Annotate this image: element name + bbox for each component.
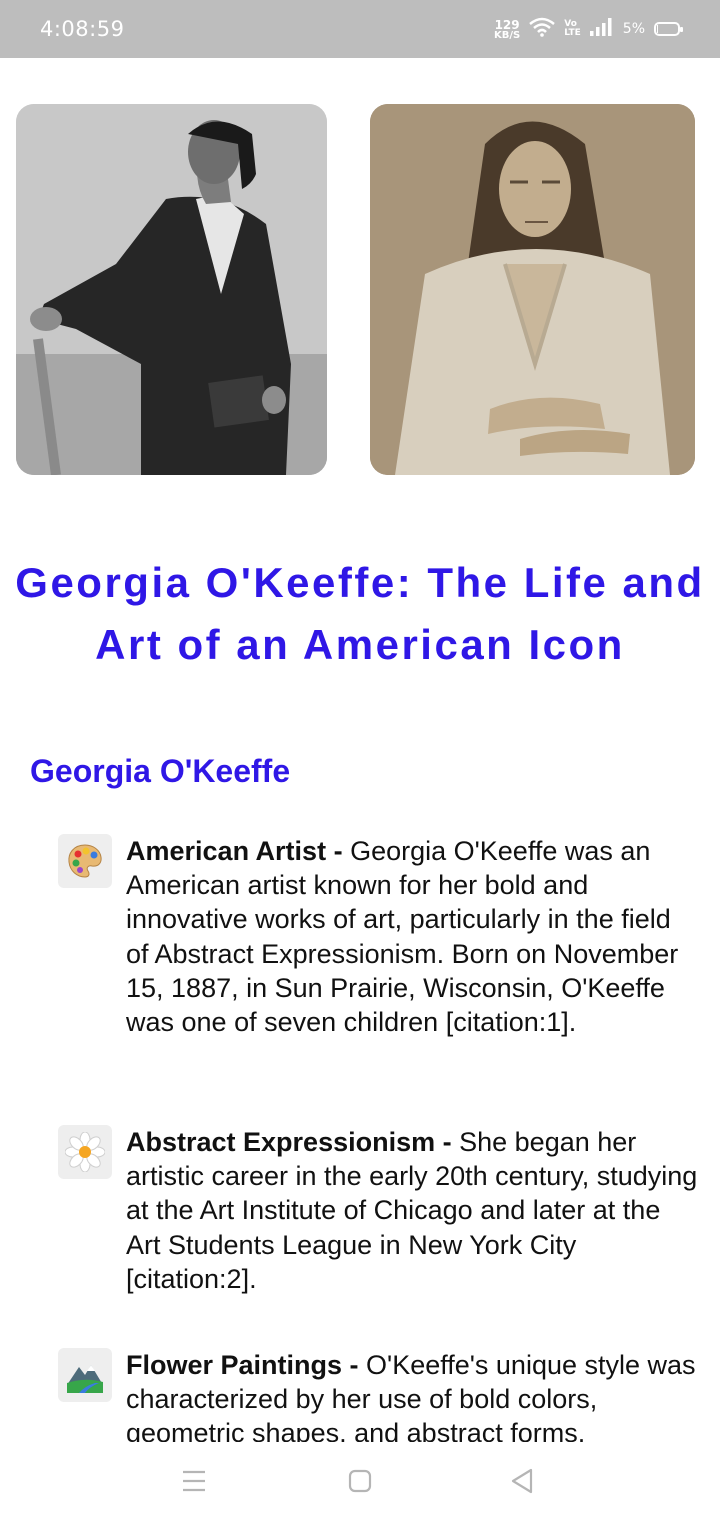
list-item-text: Abstract Expressionism - She began her a…: [126, 1127, 698, 1294]
list-item: Flower Paintings - O'Keeffe's unique sty…: [58, 1348, 698, 1442]
list-item-text: Flower Paintings - O'Keeffe's unique sty…: [126, 1348, 698, 1442]
back-triangle-icon[interactable]: [505, 1464, 539, 1498]
mountain-landscape-icon: [58, 1348, 112, 1402]
network-speed: 129 KB/S: [494, 17, 521, 41]
menu-icon[interactable]: [177, 1464, 211, 1498]
battery-icon: [654, 22, 683, 36]
list-item: Abstract Expressionism - She began her a…: [58, 1125, 698, 1296]
content-list[interactable]: American Artist - Georgia O'Keeffe was a…: [0, 820, 720, 1442]
wifi-icon: [529, 17, 556, 41]
status-time: 4:08:59: [40, 17, 125, 41]
status-icons: 129 KB/S Vo LTE 5%: [494, 17, 683, 41]
home-square-icon[interactable]: [343, 1464, 377, 1498]
section-title: Georgia O'Keeffe: [30, 753, 291, 789]
status-bar: 4:08:59 129 KB/S Vo LTE 5%: [0, 0, 720, 58]
portrait-photo-left[interactable]: [16, 104, 327, 475]
daisy-flower-icon: [58, 1125, 112, 1179]
list-item-body: Georgia O'Keeffe was an American artist …: [126, 836, 679, 1038]
list-item-text: American Artist - Georgia O'Keeffe was a…: [126, 836, 679, 1038]
battery-percent: 5%: [622, 21, 645, 37]
volte-indicator: Vo LTE: [564, 19, 581, 38]
list-item-heading: Abstract Expressionism: [126, 1127, 436, 1157]
list-item-heading: Flower Paintings: [126, 1350, 343, 1380]
portrait-photo-right[interactable]: [370, 104, 695, 475]
page-title: Georgia O'Keeffe: The Life and Art of an…: [15, 559, 705, 668]
list-item-heading: American Artist: [126, 836, 327, 866]
signal-icon: [589, 18, 614, 40]
list-item: American Artist - Georgia O'Keeffe was a…: [58, 834, 698, 1039]
artist-palette-icon: [58, 834, 112, 888]
navigation-bar: [0, 1442, 720, 1520]
